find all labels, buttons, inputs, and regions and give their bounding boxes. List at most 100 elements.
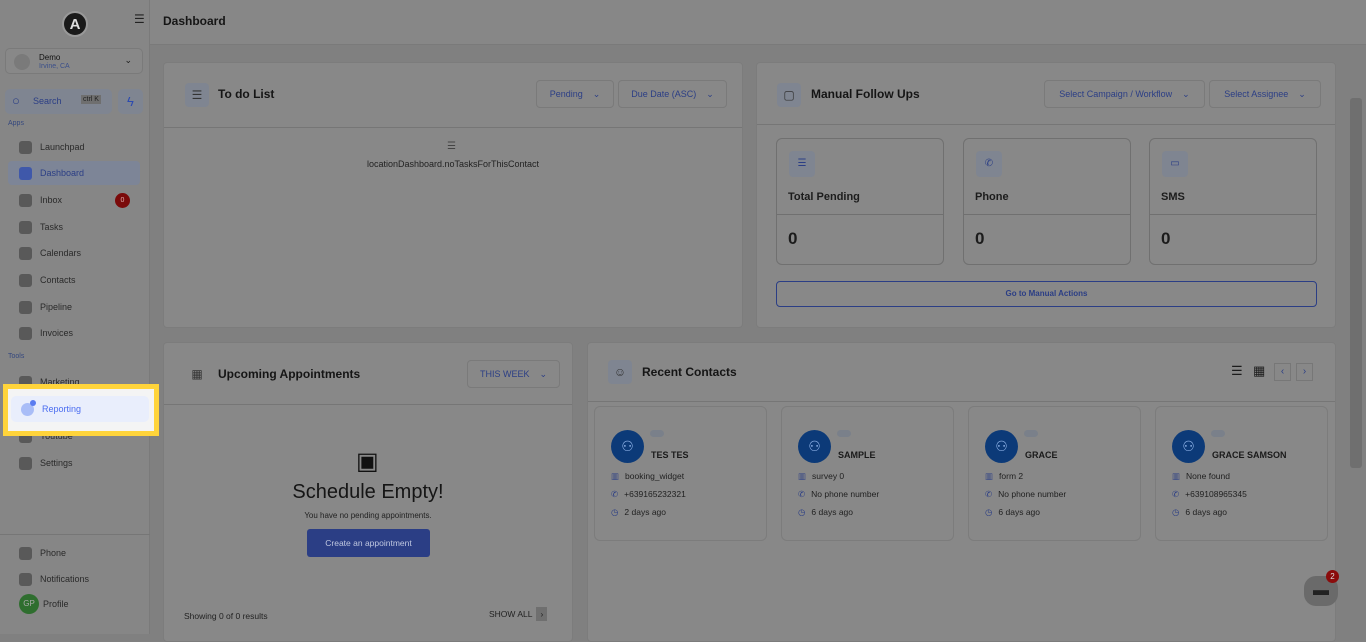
tag-pill xyxy=(650,430,664,437)
sidebar-item-profile[interactable]: GP Profile xyxy=(8,592,140,616)
nav-label: Profile xyxy=(43,599,69,609)
sidebar-item-pipeline[interactable]: Pipeline xyxy=(8,295,140,319)
contact-source: None found xyxy=(1186,471,1230,481)
prev-page-button[interactable]: ‹ xyxy=(1274,363,1291,381)
location-avatar xyxy=(14,54,30,70)
sidebar-item-dashboard[interactable]: Dashboard xyxy=(8,161,140,185)
funnel-icon xyxy=(19,300,32,314)
sidebar-item-calendars[interactable]: Calendars xyxy=(8,241,140,265)
building-icon: ▥ xyxy=(985,471,994,481)
rocket-icon xyxy=(19,140,32,154)
dropdown-value: THIS WEEK xyxy=(479,369,530,379)
checklist-icon: ☰ xyxy=(447,141,456,152)
stat-value: 0 xyxy=(788,229,798,248)
stat-label: SMS xyxy=(1161,191,1185,203)
sidebar-item-reporting[interactable]: Reporting xyxy=(11,396,149,422)
results-count: Showing 0 of 0 results xyxy=(184,611,268,621)
dropdown-value: Due Date (ASC) xyxy=(631,89,697,99)
avatar: ⚇ xyxy=(1172,430,1205,463)
card-title: To do List xyxy=(218,87,275,101)
stat-sms[interactable]: ▭ SMS 0 xyxy=(1149,138,1317,265)
chevron-down-icon: ⌄ xyxy=(539,368,548,379)
search-button[interactable]: ○ Search ctrl K xyxy=(5,89,112,114)
pie-chart-icon xyxy=(21,399,36,416)
dashboard-icon xyxy=(19,166,32,180)
contact-name: TES TES xyxy=(651,450,689,460)
clock-icon: ◷ xyxy=(985,507,993,517)
chevron-right-icon: › xyxy=(536,607,548,621)
tag-pill xyxy=(1024,430,1038,437)
logo: A xyxy=(62,11,88,37)
user-icon xyxy=(19,273,32,287)
sidebar-item-invoices[interactable]: Invoices xyxy=(8,321,140,345)
calendar-icon: ▦ xyxy=(191,367,203,381)
user-icon: ☺ xyxy=(608,360,632,384)
clock-icon: ◷ xyxy=(611,507,619,517)
page-title: Dashboard xyxy=(163,14,226,28)
nav-label: Invoices xyxy=(40,328,74,338)
chevron-down-icon: ⌄ xyxy=(1182,88,1190,99)
tag-pill xyxy=(1211,430,1225,437)
divider xyxy=(588,401,1335,402)
building-icon: ▥ xyxy=(611,471,620,481)
go-to-manual-actions-button[interactable]: Go to Manual Actions xyxy=(776,281,1317,307)
list-view-icon[interactable]: ☰ xyxy=(1231,363,1243,379)
contact-time: 2 days ago xyxy=(624,507,667,517)
contact-card[interactable]: ⚇ GRACE SAMSON ▥ None found ✆ +63910896534… xyxy=(1155,406,1328,541)
status-filter-dropdown[interactable]: Pending ⌄ xyxy=(536,80,614,108)
sidebar-item-launchpad[interactable]: Launchpad xyxy=(8,135,140,159)
sidebar-item-tasks[interactable]: Tasks xyxy=(8,215,140,239)
phone-icon: ✆ xyxy=(985,489,993,499)
grid-view-icon[interactable]: ▦ xyxy=(1253,363,1265,379)
location-city: Irvine, CA xyxy=(39,63,70,70)
menu-toggle-icon[interactable]: ☰ xyxy=(134,12,145,26)
profile-avatar: GP xyxy=(19,594,39,614)
nav-label: Calendars xyxy=(40,248,82,258)
sidebar-item-notifications[interactable]: Notifications xyxy=(8,567,140,591)
chat-widget-button[interactable]: ▬ 2 xyxy=(1304,570,1339,606)
chat-badge: 2 xyxy=(1326,570,1339,583)
message-icon: ▭ xyxy=(1162,151,1188,177)
sort-dropdown[interactable]: Due Date (ASC) ⌄ xyxy=(618,80,727,108)
show-all-button[interactable]: SHOW ALL › xyxy=(489,607,548,621)
sidebar-item-phone[interactable]: Phone xyxy=(8,541,140,565)
calendar-icon: ▣ xyxy=(356,448,379,475)
range-dropdown[interactable]: THIS WEEK ⌄ xyxy=(467,360,560,388)
nav-label: Notifications xyxy=(40,574,90,584)
sidebar-item-inbox[interactable]: Inbox 0 xyxy=(8,188,140,212)
top-bar xyxy=(150,0,1366,45)
stat-phone[interactable]: ✆ Phone 0 xyxy=(963,138,1131,265)
stat-total-pending[interactable]: ☰ Total Pending 0 xyxy=(776,138,944,265)
sidebar-item-contacts[interactable]: Contacts xyxy=(8,268,140,292)
empty-message: locationDashboard.noTasksForThisContact xyxy=(366,159,540,169)
building-icon: ▥ xyxy=(1172,471,1181,481)
calendar-icon xyxy=(19,246,32,260)
location-name: Demo xyxy=(39,53,61,62)
nav-label: Dashboard xyxy=(40,168,85,178)
inbox-badge: 0 xyxy=(115,192,130,208)
chevron-down-icon: ⌄ xyxy=(124,55,132,65)
chevron-down-icon: ⌄ xyxy=(1298,88,1306,99)
contact-name: GRACE SAMSON xyxy=(1212,450,1287,460)
search-label: Search xyxy=(33,96,62,106)
next-page-button[interactable]: › xyxy=(1296,363,1313,381)
stat-label: Phone xyxy=(975,191,1009,203)
phone-icon: ✆ xyxy=(798,489,806,499)
contact-source: booking_widget xyxy=(625,471,685,481)
scrollbar[interactable] xyxy=(1350,98,1362,468)
contact-card[interactable]: ⚇ TES TES ▥ booking_widget ✆ +639165232321… xyxy=(594,406,767,541)
gear-icon xyxy=(19,456,32,470)
campaign-dropdown[interactable]: Select Campaign / Workflow ⌄ xyxy=(1044,80,1205,108)
contact-phone: No phone number xyxy=(998,489,1067,499)
assignee-dropdown[interactable]: Select Assignee ⌄ xyxy=(1209,80,1321,108)
quick-actions-button[interactable]: ϟ xyxy=(118,89,143,114)
checklist-icon: ☰ xyxy=(185,83,209,107)
checklist-icon: ☰ xyxy=(789,151,815,177)
contact-card[interactable]: ⚇ SAMPLE ▥ survey 0 ✆ No phone number ◷ 6 d… xyxy=(781,406,954,541)
sidebar-item-settings[interactable]: Settings xyxy=(8,451,140,475)
location-switcher[interactable]: Demo Irvine, CA ⌄ xyxy=(5,48,143,74)
stat-label: Total Pending xyxy=(788,191,860,203)
create-appointment-button[interactable]: Create an appointment xyxy=(307,529,430,557)
contact-card[interactable]: ⚇ GRACE ▥ form 2 ✆ No phone number ◷ 6 days… xyxy=(968,406,1141,541)
search-icon: ○ xyxy=(12,93,20,108)
